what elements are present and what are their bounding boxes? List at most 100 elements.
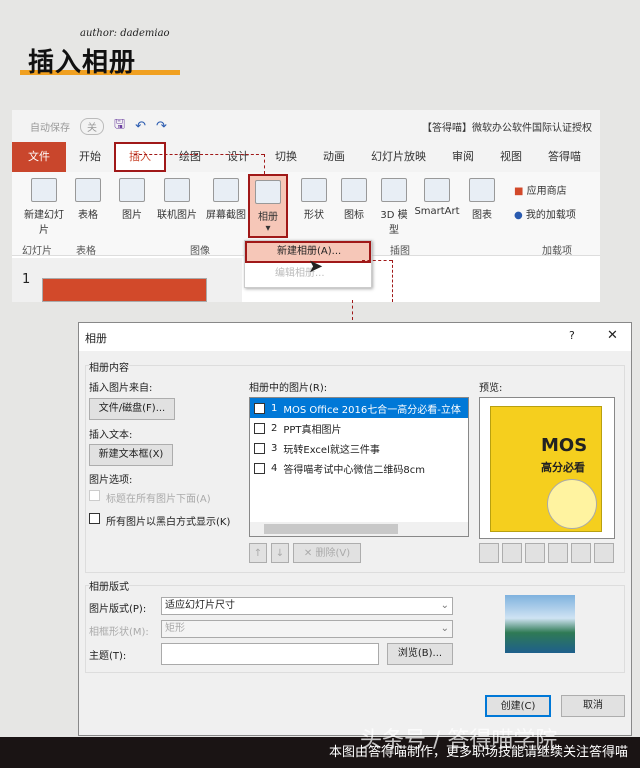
watermark: 头条号 / 答得喵学院 (360, 728, 558, 753)
smartart-icon (424, 178, 450, 202)
tab-file[interactable]: 文件 (12, 142, 66, 172)
help-button[interactable]: ? (569, 329, 575, 342)
tab-animations[interactable]: 动画 (310, 142, 358, 172)
tab-custom[interactable]: 答得喵 (535, 142, 594, 172)
ribbon-tabs: 文件 开始 插入 绘图 设计 切换 动画 幻灯片放映 审阅 视图 答得喵 (12, 142, 600, 172)
brightness-button[interactable] (548, 543, 568, 563)
bw-option-label: 所有图片以黑白方式显示(K) (106, 517, 231, 528)
list-item[interactable]: 4 答得喵考试中心微信二维码8cm (250, 458, 468, 478)
screenshot-icon (213, 178, 239, 202)
store-icon: ■ (514, 186, 524, 197)
tab-draw[interactable]: 绘图 (166, 142, 214, 172)
pictures-list-label: 相册中的图片(R): (249, 383, 328, 394)
checkbox[interactable] (89, 490, 100, 501)
slide-thumbnail[interactable] (42, 278, 207, 302)
tab-design[interactable]: 设计 (214, 142, 262, 172)
dialog-title: 相册 (85, 332, 107, 345)
list-item[interactable]: 2 PPT真相图片 (250, 418, 468, 438)
connector-line (352, 300, 353, 320)
slide-pane: 1 (12, 258, 242, 302)
picture-layout-select[interactable]: 适应幻灯片尺寸 ⌄ (161, 597, 453, 615)
cancel-button[interactable]: 取消 (561, 695, 625, 717)
horizontal-scrollbar[interactable] (250, 522, 468, 536)
picture-label: 图片 (122, 210, 142, 221)
black-white-checkbox[interactable]: 所有图片以黑白方式显示(K) (89, 513, 230, 528)
table-label: 表格 (78, 210, 98, 221)
file-disk-button[interactable]: 文件/磁盘(F)... (89, 398, 175, 420)
connector-line (134, 154, 264, 155)
tab-insert[interactable]: 插入 (114, 142, 166, 172)
contrast-button[interactable] (525, 543, 545, 563)
connector-line (362, 260, 392, 261)
author-label: author: dademiao (80, 28, 170, 39)
scrollbar-thumb[interactable] (264, 524, 398, 534)
dialog-titlebar: 相册 ? ✕ (79, 323, 631, 351)
smartart-label: SmartArt (414, 206, 460, 217)
screenshot-button[interactable]: 屏幕截图 (202, 178, 250, 221)
decrease-brightness-button[interactable] (594, 543, 614, 563)
tab-slideshow[interactable]: 幻灯片放映 (358, 142, 439, 172)
3d-model-label: 3D 模型 (380, 210, 408, 236)
shapes-button[interactable]: 形状 (298, 178, 330, 221)
frame-shape-value: 矩形 (165, 623, 185, 634)
browse-button[interactable]: 浏览(B)... (387, 643, 453, 665)
book-subtitle: 高分必看 (541, 461, 585, 474)
tab-view[interactable]: 视图 (487, 142, 535, 172)
tab-review[interactable]: 审阅 (439, 142, 487, 172)
online-picture-icon (164, 178, 190, 202)
icons-button[interactable]: 图标 (338, 178, 370, 221)
insert-text-label: 插入文本: (89, 430, 133, 441)
rotate-right-button[interactable] (502, 543, 522, 563)
tab-transitions[interactable]: 切换 (262, 142, 310, 172)
picture-icon (119, 178, 145, 202)
checkbox[interactable] (254, 402, 265, 414)
store-button[interactable]: ■ 应用商店 (514, 182, 567, 197)
addins-label: 我的加载项 (525, 210, 576, 221)
increase-brightness-button[interactable] (571, 543, 591, 563)
table-button[interactable]: 表格 (72, 178, 104, 221)
list-item[interactable]: 1 MOS Office 2016七合一高分必看-立体 (250, 398, 468, 418)
group-label-addins: 加载项 (542, 246, 572, 257)
autosave-toggle[interactable]: 关 (80, 117, 104, 135)
checkbox[interactable] (89, 513, 100, 524)
move-up-button[interactable]: ↑ (249, 543, 267, 563)
item-name: MOS Office 2016七合一高分必看-立体 (283, 404, 461, 416)
smartart-button[interactable]: SmartArt (412, 178, 462, 217)
checkbox[interactable] (254, 442, 265, 454)
save-icon[interactable]: 🖫 (114, 115, 125, 137)
pictures-list[interactable]: 1 MOS Office 2016七合一高分必看-立体 2 PPT真相图片 3 玩转E… (249, 397, 469, 537)
album-content-heading: 相册内容 (89, 359, 129, 374)
shapes-label: 形状 (304, 210, 324, 221)
frame-shape-select[interactable]: 矩形 ⌄ (161, 620, 453, 638)
album-button[interactable]: 相册 ▾ (248, 174, 288, 238)
online-picture-button[interactable]: 联机图片 (152, 178, 202, 221)
chart-button[interactable]: 图表 (466, 178, 498, 221)
3d-model-button[interactable]: 3D 模型 (376, 178, 412, 236)
theme-input[interactable] (161, 643, 379, 665)
group-label-illustrations: 插图 (390, 246, 410, 257)
undo-icon[interactable]: ↶ (135, 119, 146, 134)
shapes-icon (301, 178, 327, 202)
close-button[interactable]: ✕ (607, 328, 618, 343)
addins-button[interactable]: ● 我的加载项 (514, 206, 576, 221)
3d-model-icon (381, 178, 407, 202)
checkbox[interactable] (254, 422, 265, 434)
layout-preview-image (505, 595, 575, 653)
rotate-left-button[interactable] (479, 543, 499, 563)
redo-icon[interactable]: ↷ (156, 119, 167, 134)
chart-icon (469, 178, 495, 202)
new-slide-button[interactable]: 新建幻灯片 (22, 178, 66, 236)
store-label: 应用商店 (526, 186, 567, 197)
online-picture-label: 联机图片 (157, 210, 197, 221)
checkbox[interactable] (254, 462, 265, 474)
mouse-cursor-icon: ➤ (308, 256, 324, 277)
caption-checkbox[interactable]: 标题在所有图片下面(A) (89, 490, 211, 505)
picture-button[interactable]: 图片 (118, 178, 146, 221)
new-textbox-button[interactable]: 新建文本框(X) (89, 444, 173, 466)
move-down-button[interactable]: ↓ (271, 543, 289, 563)
tab-home[interactable]: 开始 (66, 142, 114, 172)
remove-button[interactable]: ✕ 删除(V) (293, 543, 361, 563)
create-button[interactable]: 创建(C) (485, 695, 551, 717)
chart-label: 图表 (472, 210, 492, 221)
list-item[interactable]: 3 玩转Excel就这三件事 (250, 438, 468, 458)
